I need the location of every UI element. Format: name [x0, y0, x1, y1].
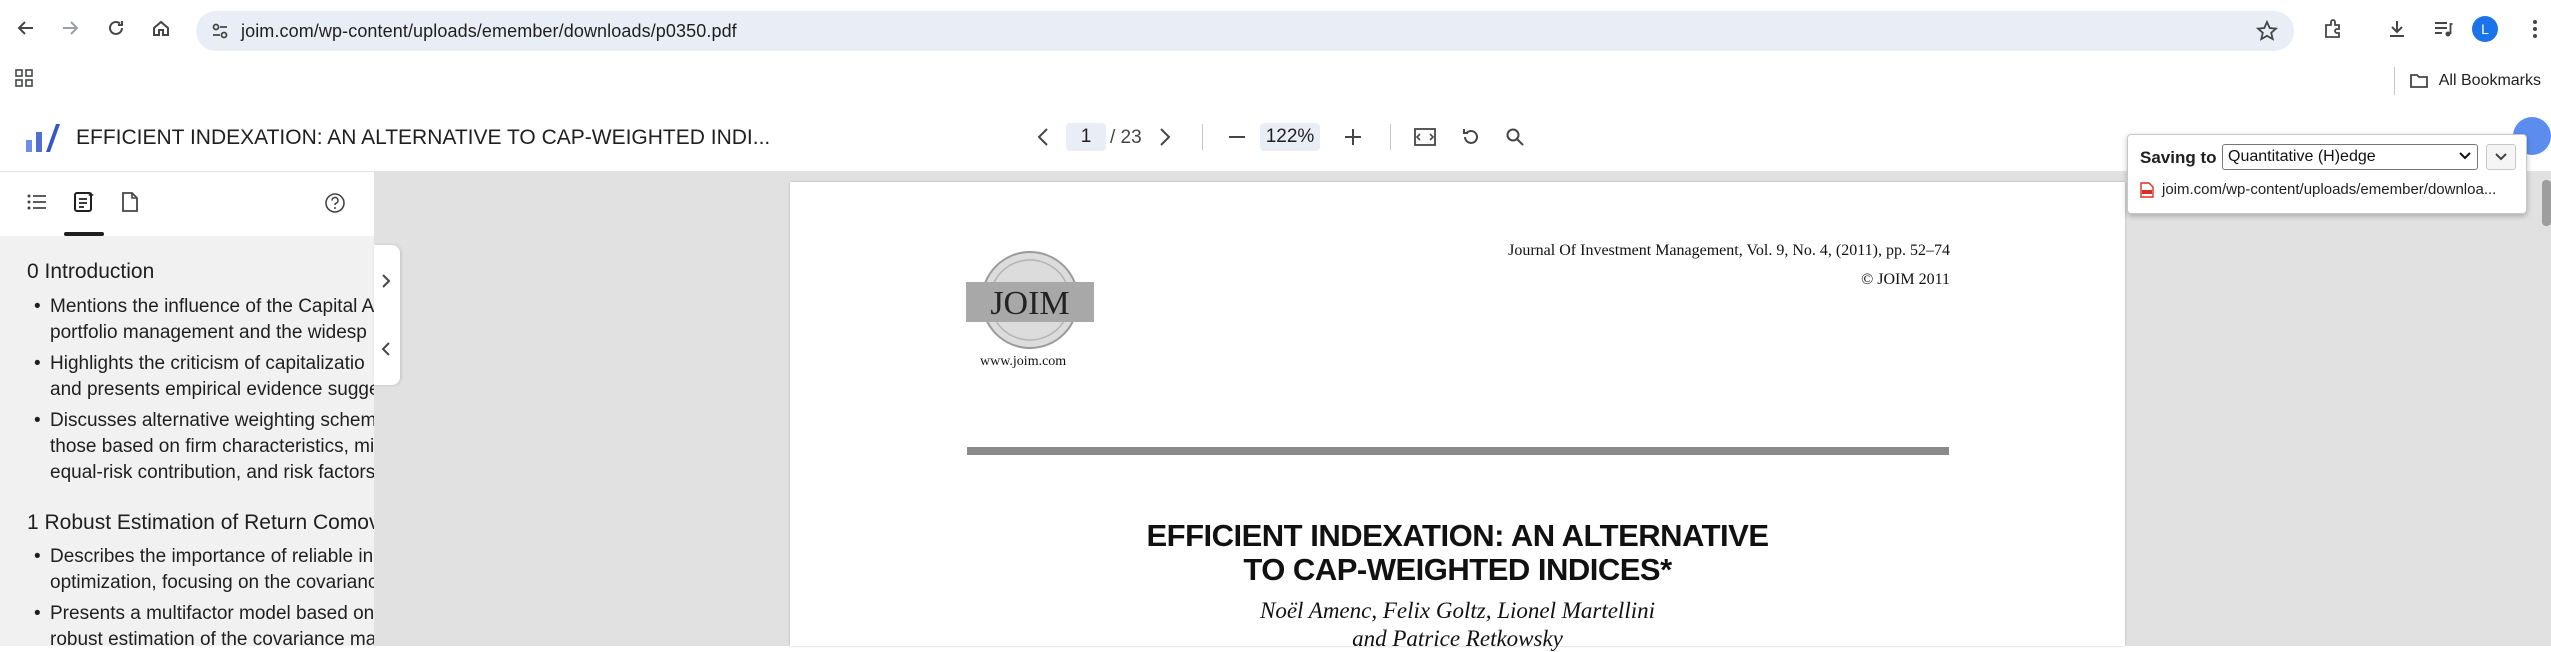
sidebar-collapse-handle[interactable]	[374, 245, 400, 385]
extensions-icon[interactable]	[2318, 14, 2348, 44]
logo-text: JOIM	[990, 285, 1069, 322]
divider	[1390, 124, 1391, 150]
browser-toolbar: joim.com/wp-content/uploads/emember/down…	[0, 0, 2551, 62]
chevron-down-icon	[2459, 151, 2471, 161]
summary-icon[interactable]	[72, 190, 96, 214]
chevron-right-icon[interactable]	[380, 273, 392, 289]
save-to-popup: Saving to Quantitative (H)edge joim.com/…	[2127, 134, 2527, 214]
bookmark-star-icon[interactable]	[2256, 20, 2278, 42]
sidebar-tabs	[0, 172, 374, 236]
media-controls-icon[interactable]	[2428, 14, 2458, 44]
all-bookmarks-label: All Bookmarks	[2438, 72, 2541, 89]
journal-citation: Journal Of Investment Management, Vol. 9…	[1508, 242, 1950, 259]
url-text[interactable]: joim.com/wp-content/uploads/emember/down…	[241, 21, 737, 42]
fit-page-icon[interactable]	[1410, 122, 1440, 152]
copyright: © JOIM 2011	[1861, 271, 1950, 288]
pdf-sidebar: 0 Introduction • Mentions the influence …	[0, 172, 374, 646]
thumbnails-icon[interactable]	[120, 191, 140, 213]
authors-line-2: and Patrice Retkowsky	[1352, 626, 1563, 651]
header-rule	[967, 447, 1949, 455]
active-tab-indicator	[64, 232, 104, 236]
back-arrow-icon[interactable]	[12, 14, 40, 42]
paper-title-line-2: TO CAP-WEIGHTED INDICES*	[1243, 552, 1672, 587]
chevron-down-icon	[2495, 152, 2507, 162]
section-heading[interactable]: 0 Introduction	[27, 260, 154, 284]
chevron-left-icon[interactable]	[380, 341, 392, 357]
pdf-page: JOIM www.joim.com Journal Of Investment …	[790, 182, 2125, 651]
chevron-left-icon[interactable]	[1028, 122, 1058, 152]
paper-title-line-1: EFFICIENT INDEXATION: AN ALTERNATIVE	[1146, 518, 1769, 553]
profile-avatar[interactable]: L	[2470, 14, 2500, 44]
app-logo-icon	[24, 122, 60, 154]
pdf-file-icon	[2140, 181, 2154, 198]
zoom-out-icon[interactable]	[1222, 122, 1252, 152]
help-icon[interactable]	[324, 192, 346, 214]
section-heading[interactable]: 1 Robust Estimation of Return Comov	[27, 511, 374, 535]
downloads-icon[interactable]	[2382, 14, 2412, 44]
vertical-scrollbar-thumb[interactable]	[2542, 180, 2551, 226]
folder-select[interactable]: Quantitative (H)edge	[2222, 144, 2478, 170]
apps-grid-icon[interactable]	[14, 68, 34, 88]
page-number-input[interactable]: 1	[1066, 123, 1106, 151]
zoom-in-icon[interactable]	[1338, 122, 1368, 152]
search-icon[interactable]	[1500, 122, 1530, 152]
bookmarks-bar: All Bookmarks	[0, 62, 2551, 102]
profile-initial: L	[2472, 16, 2498, 42]
folder-icon	[2409, 72, 2429, 90]
joim-logo: JOIM	[966, 248, 1094, 352]
forward-arrow-icon[interactable]	[56, 14, 84, 42]
home-icon[interactable]	[147, 14, 175, 42]
saved-file-row[interactable]: joim.com/wp-content/uploads/emember/down…	[2140, 181, 2520, 198]
divider	[1202, 124, 1203, 150]
saving-to-label: Saving to	[2140, 148, 2217, 167]
document-title: EFFICIENT INDEXATION: AN ALTERNATIVE TO …	[76, 126, 771, 149]
more-menu-icon[interactable]	[2520, 14, 2550, 44]
site-settings-icon[interactable]	[210, 21, 230, 41]
saved-file-url: joim.com/wp-content/uploads/emember/down…	[2162, 181, 2497, 198]
chevron-right-icon[interactable]	[1150, 122, 1180, 152]
authors-line-1: Noël Amenc, Felix Goltz, Lionel Martelli…	[1260, 598, 1655, 623]
zoom-level-input[interactable]: 122%	[1260, 123, 1320, 151]
all-bookmarks-button[interactable]: All Bookmarks	[2393, 67, 2541, 95]
address-bar[interactable]: joim.com/wp-content/uploads/emember/down…	[196, 11, 2294, 51]
reload-icon[interactable]	[102, 14, 130, 42]
rotate-icon[interactable]	[1456, 122, 1486, 152]
expand-options-button[interactable]	[2486, 144, 2516, 170]
folder-select-value: Quantitative (H)edge	[2228, 148, 2376, 165]
page-total: / 23	[1110, 127, 1142, 148]
logo-website: www.joim.com	[980, 354, 1067, 369]
outline-icon[interactable]	[26, 192, 48, 212]
